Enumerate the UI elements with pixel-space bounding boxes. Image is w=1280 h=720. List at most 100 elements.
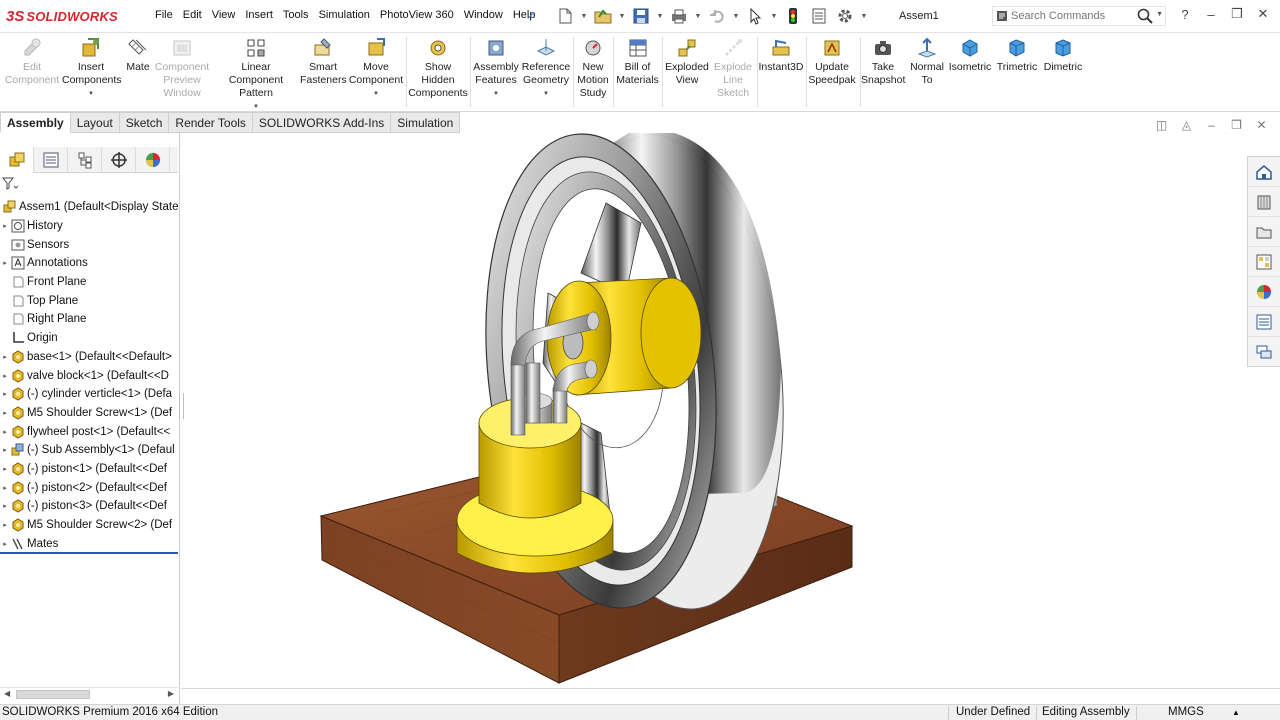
- assembly-features-dropdown-icon[interactable]: ▼: [473, 88, 519, 101]
- expand-arrow-icon[interactable]: ▸: [0, 222, 10, 230]
- tree-item[interactable]: Front Plane: [0, 273, 178, 292]
- tab-layout[interactable]: Layout: [70, 112, 120, 133]
- insert-components-dropdown-icon[interactable]: ▼: [62, 88, 120, 101]
- tree-item[interactable]: ▸ Annotations: [0, 254, 178, 273]
- scroll-thumb[interactable]: [16, 690, 90, 699]
- featuremanager-tab-icon[interactable]: [0, 147, 34, 173]
- rebuild-icon[interactable]: [782, 5, 804, 27]
- pin-menu-icon[interactable]: ↗: [526, 8, 536, 22]
- propertymanager-tab-icon[interactable]: [34, 147, 68, 173]
- expand-arrow-icon[interactable]: ▸: [0, 502, 10, 510]
- file-properties-icon[interactable]: [808, 5, 830, 27]
- search-dropdown-icon[interactable]: ▼: [1156, 11, 1163, 18]
- scroll-right-icon[interactable]: ▶: [168, 689, 174, 698]
- select-icon[interactable]: [744, 5, 766, 27]
- tab-assembly[interactable]: Assembly: [0, 112, 71, 133]
- view-palette-icon[interactable]: [1248, 247, 1280, 277]
- expand-arrow-icon[interactable]: ▸: [0, 446, 10, 454]
- tree-item[interactable]: ▸ base<1> (Default<<Default>: [0, 348, 178, 367]
- restore-icon[interactable]: ❐: [1228, 6, 1246, 22]
- tree-item[interactable]: ▸ (-) piston<3> (Default<<Def: [0, 497, 178, 516]
- search-input[interactable]: [1011, 10, 1131, 22]
- move-component-dropdown-icon[interactable]: ▼: [348, 88, 404, 101]
- print-icon[interactable]: [668, 5, 690, 27]
- expand-arrow-icon[interactable]: ▸: [0, 409, 10, 417]
- close-icon[interactable]: ✕: [1254, 6, 1272, 22]
- design-library-icon[interactable]: [1248, 187, 1280, 217]
- tree-item[interactable]: Sensors: [0, 235, 178, 254]
- tree-item[interactable]: ▸ Mates: [0, 534, 178, 553]
- save-icon[interactable]: [630, 5, 652, 27]
- reference-geometry-dropdown-icon[interactable]: ▼: [520, 88, 572, 101]
- tree-item[interactable]: ▸ History: [0, 217, 178, 236]
- menu-edit[interactable]: Edit: [178, 9, 207, 21]
- explode-line-sketch-button[interactable]: Explode Line Sketch: [710, 37, 756, 100]
- expand-arrow-icon[interactable]: ▸: [0, 521, 10, 529]
- menu-file[interactable]: File: [150, 9, 178, 21]
- tab-render-tools[interactable]: Render Tools: [169, 112, 253, 133]
- expand-arrow-icon[interactable]: ▸: [0, 259, 10, 267]
- dimxpert-tab-icon[interactable]: [102, 147, 136, 173]
- expand-arrow-icon[interactable]: ▸: [0, 465, 10, 473]
- open-dropdown-icon[interactable]: ▼: [618, 13, 626, 20]
- help-icon[interactable]: ?: [1176, 7, 1194, 22]
- tree-item[interactable]: Assem1 (Default<Display State-: [0, 198, 178, 217]
- options-dropdown-icon[interactable]: ▼: [860, 13, 868, 20]
- tab-addins[interactable]: SOLIDWORKS Add-Ins: [252, 112, 392, 133]
- linear-pattern-button[interactable]: Linear Component Pattern ▼: [213, 37, 299, 114]
- units-dropdown-icon[interactable]: ▲: [1232, 708, 1240, 717]
- smart-fasteners-button[interactable]: Smart Fasteners: [300, 37, 347, 87]
- tree-item[interactable]: ▸ (-) Sub Assembly<1> (Defaul: [0, 441, 178, 460]
- take-snapshot-button[interactable]: Take Snapshot: [861, 37, 905, 87]
- appearances-icon[interactable]: [1248, 277, 1280, 307]
- tree-item[interactable]: ▸ M5 Shoulder Screw<2> (Def: [0, 516, 178, 535]
- trimetric-button[interactable]: Trimetric: [995, 37, 1039, 74]
- viewport-restore-icon[interactable]: ❐: [1229, 118, 1244, 132]
- tree-item[interactable]: Origin: [0, 329, 178, 348]
- move-component-button[interactable]: Move Component ▼: [348, 37, 404, 101]
- component-preview-button[interactable]: Component Preview Window: [153, 37, 211, 100]
- undo-icon[interactable]: [706, 5, 728, 27]
- print-dropdown-icon[interactable]: ▼: [694, 13, 702, 20]
- tab-simulation[interactable]: Simulation: [391, 112, 461, 133]
- expand-arrow-icon[interactable]: ▸: [0, 372, 10, 380]
- expand-arrow-icon[interactable]: ▸: [0, 540, 10, 548]
- edit-component-button[interactable]: Edit Component: [4, 37, 60, 87]
- isometric-button[interactable]: Isometric: [948, 37, 992, 74]
- undo-dropdown-icon[interactable]: ▼: [732, 13, 740, 20]
- menu-tools[interactable]: Tools: [278, 9, 314, 21]
- show-hidden-button[interactable]: Show Hidden Components: [408, 37, 468, 100]
- bill-of-materials-button[interactable]: Bill of Materials: [615, 37, 660, 87]
- new-motion-study-button[interactable]: New Motion Study: [575, 37, 611, 100]
- unit-system[interactable]: MMGS: [1168, 706, 1204, 718]
- configurationmanager-tab-icon[interactable]: [68, 147, 102, 173]
- tree-item[interactable]: ▸ valve block<1> (Default<<D: [0, 366, 178, 385]
- expand-arrow-icon[interactable]: ▸: [0, 390, 10, 398]
- select-dropdown-icon[interactable]: ▼: [770, 13, 778, 20]
- expand-arrow-icon[interactable]: ▸: [0, 428, 10, 436]
- save-dropdown-icon[interactable]: ▼: [656, 13, 664, 20]
- solidworks-logo[interactable]: 3S SOLIDWORKS: [6, 5, 118, 27]
- scroll-left-icon[interactable]: ◀: [4, 689, 10, 698]
- dimetric-button[interactable]: Dimetric: [1041, 37, 1085, 74]
- custom-properties-icon[interactable]: [1248, 307, 1280, 337]
- update-speedpak-button[interactable]: Update Speedpak: [807, 37, 857, 87]
- menu-photoview[interactable]: PhotoView 360: [375, 9, 459, 21]
- minimize-icon[interactable]: –: [1202, 7, 1220, 22]
- filter-icon[interactable]: [1, 177, 19, 194]
- solidworks-resources-icon[interactable]: [1248, 157, 1280, 187]
- new-dropdown-icon[interactable]: ▼: [580, 13, 588, 20]
- exploded-view-button[interactable]: Exploded View: [664, 37, 710, 87]
- viewport-close-icon[interactable]: ✕: [1254, 118, 1269, 132]
- forum-icon[interactable]: [1248, 337, 1280, 367]
- split-left-icon[interactable]: ◫: [1154, 118, 1169, 132]
- file-explorer-icon[interactable]: [1248, 217, 1280, 247]
- graphics-area[interactable]: [181, 133, 1247, 688]
- assembly-features-button[interactable]: Assembly Features ▼: [473, 37, 519, 101]
- search-scope-icon[interactable]: [993, 7, 1011, 25]
- split-right-icon[interactable]: ◬: [1179, 118, 1194, 132]
- expand-arrow-icon[interactable]: ▸: [0, 353, 10, 361]
- menu-simulation[interactable]: Simulation: [314, 9, 375, 21]
- tree-item[interactable]: Top Plane: [0, 291, 178, 310]
- rollback-bar[interactable]: [0, 552, 178, 554]
